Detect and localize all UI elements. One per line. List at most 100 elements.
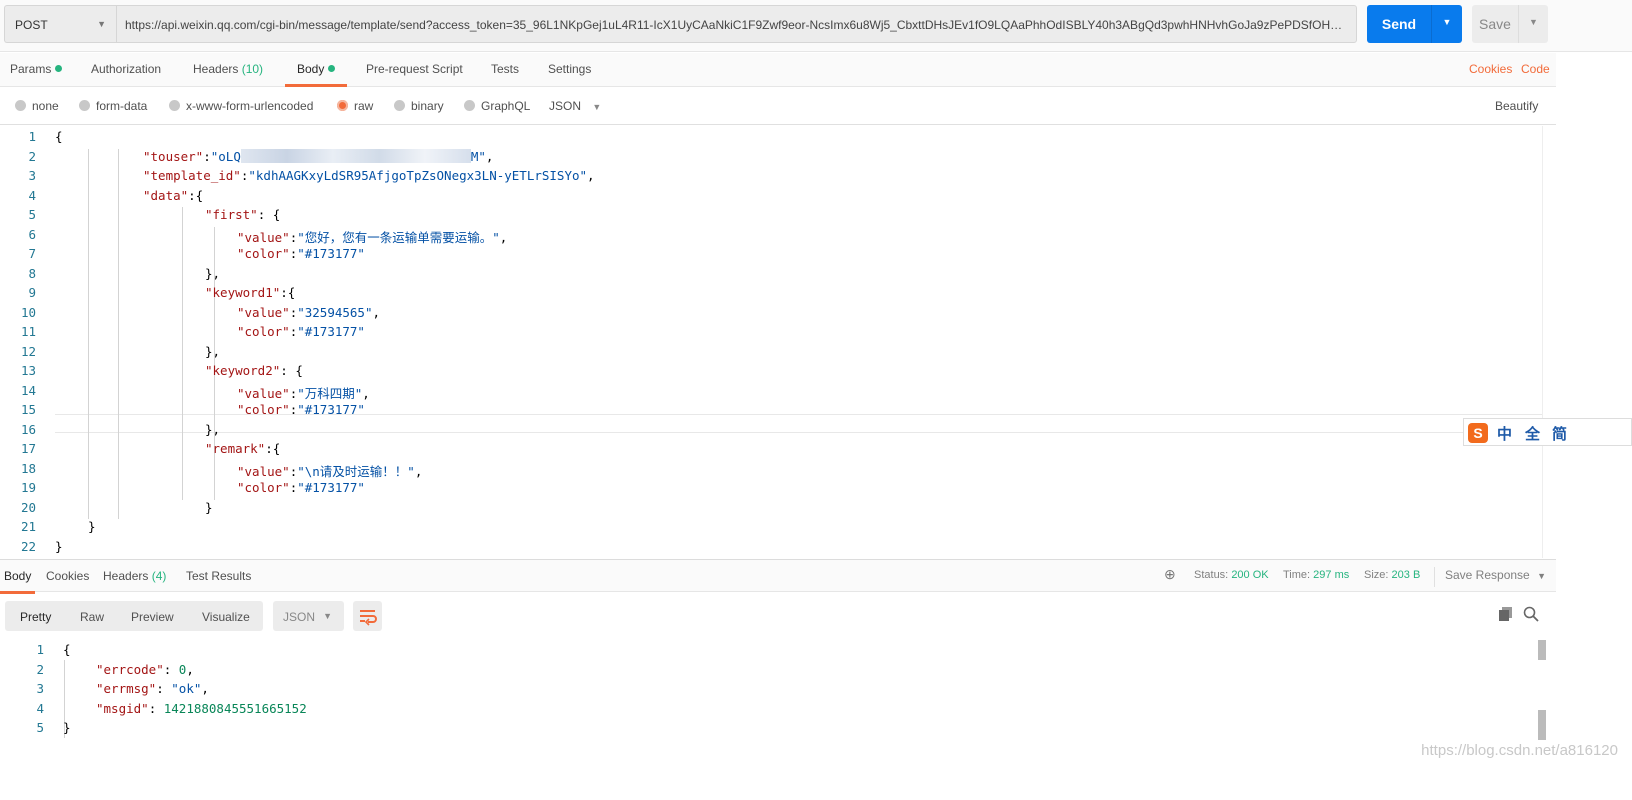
tab-tests[interactable]: Tests — [491, 62, 519, 76]
code-text: "color":"#173177" — [237, 246, 365, 261]
line-number: 14 — [20, 382, 36, 398]
method-value: POST — [15, 18, 48, 32]
tab-response-body[interactable]: Body — [0, 569, 36, 594]
send-dropdown-icon[interactable]: ▼ — [1431, 5, 1462, 43]
tab-label: Body — [4, 569, 32, 583]
tab-params[interactable]: Params — [10, 62, 63, 76]
radio-icon — [394, 100, 405, 111]
code-text: "color":"#173177" — [237, 402, 365, 417]
code-token: } — [205, 499, 213, 515]
tab-authorization[interactable]: Authorization — [91, 62, 161, 76]
ime-item[interactable]: 简 — [1552, 423, 1567, 444]
globe-lock-icon[interactable]: ⊕ — [1164, 566, 1176, 583]
response-body-viewer[interactable]: 1{2 "errcode": 0, 3 "errmsg": "ok", 4 "msgid"… — [0, 640, 1556, 790]
beautify-link[interactable]: Beautify — [1495, 99, 1538, 113]
view-raw[interactable]: Raw — [80, 610, 104, 624]
response-line: 5} — [0, 720, 1500, 740]
code-token: "value" — [237, 304, 290, 320]
code-line: 12}, — [0, 341, 1556, 361]
code-token: : — [148, 700, 164, 716]
code-token: "keyword2" — [205, 363, 281, 378]
code-text: } — [63, 720, 71, 735]
cookies-link[interactable]: Cookies — [1469, 62, 1512, 76]
tab-response-headers[interactable]: Headers (4) — [103, 569, 166, 583]
tab-label: Body — [297, 62, 325, 76]
tab-pre-request-script[interactable]: Pre-request Script — [366, 62, 463, 76]
code-line: 14 "value":"万科四期", — [0, 380, 1556, 401]
chevron-down-icon: ▼ — [592, 102, 602, 112]
code-token: }, — [205, 265, 221, 281]
ime-item[interactable]: 全 — [1525, 423, 1540, 444]
code-token: : { — [257, 207, 281, 222]
code-token: "errmsg" — [96, 681, 157, 696]
code-token: "color" — [237, 246, 290, 261]
editor-scrollbar[interactable] — [1542, 126, 1556, 558]
code-line: 10 "value":"32594565", — [0, 302, 1556, 322]
copy-icon[interactable] — [1499, 607, 1512, 621]
watermark: https://blog.csdn.net/a816120 — [1421, 742, 1618, 759]
response-line: 3 "errmsg": "ok", — [0, 681, 1500, 701]
radio-graphql[interactable]: GraphQL — [464, 99, 530, 113]
code-token: } — [63, 720, 71, 735]
save-button[interactable]: Save ▼ — [1472, 5, 1548, 43]
line-number: 13 — [20, 363, 36, 378]
code-text: "keyword1":{ — [205, 285, 295, 300]
response-scrollbar[interactable] — [1538, 640, 1546, 660]
response-format-select[interactable]: JSON ▼ — [273, 601, 344, 631]
radio-form-data[interactable]: form-data — [79, 99, 147, 113]
code-token: , — [587, 168, 595, 183]
line-number: 4 — [28, 187, 36, 203]
code-token: "color" — [237, 480, 290, 495]
format-select[interactable]: JSON ▼ — [549, 99, 601, 113]
response-line: 1{ — [0, 642, 1500, 662]
send-button[interactable]: Send ▼ — [1367, 5, 1462, 43]
line-number: 20 — [20, 499, 36, 515]
response-line: 2 "errcode": 0, — [0, 662, 1500, 682]
tab-label: Params — [10, 62, 52, 76]
code-token: }, — [205, 343, 221, 359]
tab-body[interactable]: Body — [285, 62, 348, 87]
code-link[interactable]: Code — [1521, 62, 1550, 76]
line-number: 2 — [36, 661, 44, 677]
code-token: "first" — [205, 207, 258, 222]
line-number: 8 — [28, 265, 36, 281]
ime-toolbar[interactable]: S 中 全 简 — [1463, 418, 1632, 446]
wrap-lines-button[interactable] — [353, 601, 382, 631]
ime-item[interactable]: 中 — [1497, 423, 1512, 444]
code-line: 15 "color":"#173177" — [0, 399, 1556, 419]
tab-headers[interactable]: Headers (10) — [193, 62, 263, 76]
save-dropdown-icon[interactable]: ▼ — [1518, 5, 1548, 43]
code-token: } — [88, 519, 96, 534]
radio-binary[interactable]: binary — [394, 99, 444, 113]
response-scrollbar-thumb[interactable] — [1538, 710, 1546, 740]
code-line: 11 "color":"#173177" — [0, 321, 1556, 341]
code-text: }, — [205, 422, 220, 437]
view-preview[interactable]: Preview — [131, 610, 174, 624]
save-response-button[interactable]: Save Response ▼ — [1445, 568, 1546, 582]
divider — [1434, 567, 1435, 587]
radio-raw[interactable]: raw — [337, 99, 373, 113]
radio-none[interactable]: none — [15, 99, 59, 113]
radio-label: none — [32, 99, 59, 113]
redacted-blur — [240, 148, 471, 163]
method-select[interactable]: POST ▼ — [4, 5, 116, 43]
view-visualize[interactable]: Visualize — [202, 610, 250, 624]
code-text: } — [88, 519, 96, 534]
tab-settings[interactable]: Settings — [548, 62, 591, 76]
url-input[interactable]: https://api.weixin.qq.com/cgi-bin/messag… — [116, 5, 1357, 43]
code-token: "msgid" — [96, 700, 149, 716]
view-pretty[interactable]: Pretty — [20, 610, 51, 624]
request-body-editor[interactable]: 1{2 "touser":"oLQ M", 3 "template_id":"kdhAA… — [0, 126, 1556, 558]
line-number: 4 — [36, 700, 44, 716]
code-text: }, — [205, 344, 220, 359]
tab-response-cookies[interactable]: Cookies — [46, 569, 89, 583]
tab-test-results[interactable]: Test Results — [186, 569, 251, 583]
line-number: 21 — [20, 519, 36, 534]
search-icon[interactable] — [1523, 606, 1539, 625]
line-number: 1 — [36, 642, 44, 657]
code-token: : { — [280, 363, 303, 378]
code-line: 8}, — [0, 263, 1556, 283]
code-line: 20} — [0, 497, 1556, 517]
radio-x-www-form-urlencoded[interactable]: x-www-form-urlencoded — [169, 99, 313, 113]
code-token: 1421880845551665152 — [163, 700, 307, 716]
